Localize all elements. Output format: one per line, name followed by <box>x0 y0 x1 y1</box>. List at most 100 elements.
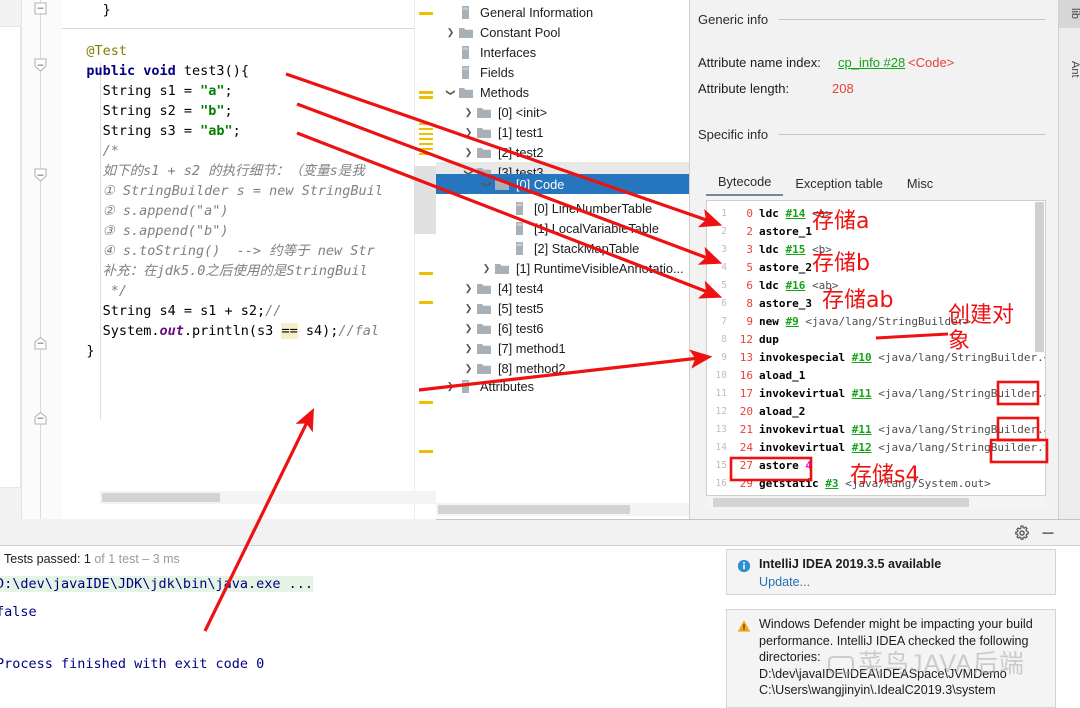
source-code-text[interactable]: } @Test public void test3(){String s1 = "a… <box>62 0 414 519</box>
tree-item[interactable]: ❯[0] LineNumberTable <box>436 198 689 218</box>
code-line[interactable]: 如下的s1 + s2 的执行细节：（变量s是我 <box>103 161 365 181</box>
bytecode-row[interactable]: 10 16 aload_1 <box>707 367 1045 385</box>
bytecode-row[interactable]: 6 8 astore_3 <box>707 295 1045 313</box>
code-line[interactable]: ① StringBuilder s = new StringBuil <box>103 181 383 201</box>
tab-exception-table[interactable]: Exception table <box>783 174 895 196</box>
bytecode-row[interactable]: 8 12 dup <box>707 331 1045 349</box>
editor-warning-marker[interactable] <box>419 138 433 140</box>
bytecode-row[interactable]: 15 27 astore 4 <box>707 457 1045 475</box>
tab-misc[interactable]: Misc <box>895 174 945 196</box>
code-line[interactable]: System.out.println(s3 == s4);//fal <box>103 321 379 341</box>
bytecode-row[interactable]: 9 13 invokespecial #10 <java/lang/StringBu… <box>707 349 1045 367</box>
bytecode-listing[interactable]: 1 0 ldc #14 <a> 2 2 astore_1 3 3 ldc #15 <b> 4 5 as… <box>706 200 1046 496</box>
chevron-right-icon[interactable]: ❯ <box>480 262 493 275</box>
tree-item[interactable]: ❯ [5] test5 <box>436 298 689 318</box>
editor-warning-marker[interactable] <box>419 128 433 130</box>
bytecode-row[interactable]: 12 20 aload_2 <box>707 403 1045 421</box>
notification-defender[interactable]: Windows Defender might be impacting your… <box>726 609 1056 708</box>
editor-warning-marker[interactable] <box>419 301 433 304</box>
editor-warning-marker[interactable] <box>419 133 433 135</box>
editor-gutter[interactable] <box>22 0 62 519</box>
chevron-right-icon[interactable]: ❯ <box>462 106 475 119</box>
bytecode-constant-pool-ref[interactable]: #9 <box>786 315 799 328</box>
edge-tab-lib[interactable]: lib <box>1059 0 1080 28</box>
code-line[interactable]: 补充：在jdk5.0之后使用的是StringBuil <box>103 261 368 281</box>
tree-item[interactable]: ❯[2] StackMapTable <box>436 238 689 258</box>
code-line[interactable]: String s4 = s1 + s2;// <box>103 301 282 321</box>
editor-warning-marker[interactable] <box>419 153 433 155</box>
bytecode-constant-pool-ref[interactable]: #3 <box>825 477 838 490</box>
editor-vertical-scrollbar-thumb[interactable] <box>414 166 436 234</box>
code-line[interactable]: String s1 = "a"; <box>103 81 233 101</box>
bytecode-row[interactable]: 7 9 new #9 <java/lang/StringBuilder> <box>707 313 1045 331</box>
chevron-right-icon[interactable]: ❯ <box>462 126 475 139</box>
chevron-down-icon[interactable]: ❯ <box>444 86 457 99</box>
tab-bytecode[interactable]: Bytecode <box>706 172 784 196</box>
code-line[interactable]: public void test3(){ <box>86 61 249 81</box>
chevron-right-icon[interactable]: ❯ <box>462 322 475 335</box>
bytecode-constant-pool-ref[interactable]: #15 <box>786 243 806 256</box>
editor-warning-marker[interactable] <box>419 143 433 145</box>
editor-hscroll-thumb[interactable] <box>102 493 220 502</box>
tree-item[interactable]: ❯ [1] test1 <box>436 122 689 142</box>
code-line[interactable]: String s3 = "ab"; <box>103 121 241 141</box>
code-line[interactable]: } <box>86 341 94 361</box>
minimize-icon[interactable] <box>1040 525 1056 541</box>
tree-item[interactable]: ❯ Attributes <box>436 376 689 396</box>
tree-item[interactable]: ❯ [0] <init> <box>436 102 689 122</box>
code-line[interactable]: ④ s.toString() --> 约等于 new Str <box>103 241 375 261</box>
editor-marker-strip[interactable] <box>414 0 436 519</box>
code-line[interactable]: ③ s.append("b") <box>103 221 229 241</box>
chevron-right-icon[interactable]: ❯ <box>462 362 475 375</box>
chevron-right-icon[interactable]: ❯ <box>462 282 475 295</box>
editor-warning-marker[interactable] <box>419 91 433 94</box>
bytecode-row[interactable]: 11 17 invokevirtual #11 <java/lang/StringB… <box>707 385 1045 403</box>
fold-marker-minus-top[interactable] <box>33 1 48 16</box>
bytecode-hscroll-thumb[interactable] <box>713 498 969 507</box>
tree-item[interactable]: ❯ [4] test4 <box>436 278 689 298</box>
notification-update[interactable]: IntelliJ IDEA 2019.3.5 available Update.… <box>726 549 1056 595</box>
code-line[interactable]: */ <box>103 281 127 301</box>
bytecode-constant-pool-ref[interactable]: #16 <box>786 279 806 292</box>
editor-warning-marker[interactable] <box>419 401 433 404</box>
fold-marker-end[interactable] <box>33 336 48 351</box>
editor-warning-marker[interactable] <box>419 123 433 125</box>
gear-icon[interactable] <box>1014 525 1030 541</box>
fold-marker-end[interactable] <box>33 411 48 426</box>
bytecode-row[interactable]: 5 6 ldc #16 <ab> <box>707 277 1045 295</box>
chevron-right-icon[interactable]: ❯ <box>462 146 475 159</box>
edge-tab-ant[interactable]: Ant <box>1059 52 1080 86</box>
tree-item[interactable]: ❯[1] LocalVariableTable <box>436 218 689 238</box>
tree-item[interactable]: ❯Fields <box>436 62 689 82</box>
editor-warning-marker[interactable] <box>419 148 433 150</box>
bytecode-row[interactable]: 13 21 invokevirtual #11 <java/lang/StringB… <box>707 421 1045 439</box>
bytecode-row[interactable]: 4 5 astore_2 <box>707 259 1045 277</box>
fold-marker-collapse[interactable] <box>33 168 48 183</box>
tree-item[interactable]: ❯ [2] test2 <box>436 142 689 162</box>
tree-item[interactable]: ❯Interfaces <box>436 42 689 62</box>
bytecode-row[interactable]: 16 29 getstatic #3 <java/lang/System.out> <box>707 475 1045 493</box>
tree-item[interactable]: ❯ [1] RuntimeVisibleAnnotatio... <box>436 258 689 278</box>
tree-item[interactable]: ❯ [0] Code <box>436 174 689 194</box>
code-editor-pane[interactable]: } @Test public void test3(){String s1 = "a… <box>0 0 436 519</box>
detail-tab-bar[interactable]: Bytecode Exception table Misc <box>706 172 1046 196</box>
bytecode-constant-pool-ref[interactable]: #14 <box>786 207 806 220</box>
bytecode-constant-pool-ref[interactable]: #11 <box>852 387 872 400</box>
chevron-right-icon[interactable]: ❯ <box>462 342 475 355</box>
tree-item[interactable]: ❯General Information <box>436 2 689 22</box>
tree-item[interactable]: ❯ Methods <box>436 82 689 102</box>
editor-warning-marker[interactable] <box>419 12 433 15</box>
bytecode-row[interactable]: 14 24 invokevirtual #12 <java/lang/StringB… <box>707 439 1045 457</box>
code-line[interactable]: /* <box>103 141 119 161</box>
tree-hscroll-thumb[interactable] <box>438 505 630 514</box>
tree-item[interactable]: ❯ [6] test6 <box>436 318 689 338</box>
chevron-right-icon[interactable]: ❯ <box>462 302 475 315</box>
attribute-name-index-link[interactable]: cp_info #28 <box>838 55 905 70</box>
bytecode-row[interactable]: 2 2 astore_1 <box>707 223 1045 241</box>
notification-update-link[interactable]: Update... <box>759 575 810 589</box>
tree-item[interactable]: ❯ Constant Pool <box>436 22 689 42</box>
bytecode-constant-pool-ref[interactable]: #12 <box>852 441 872 454</box>
editor-warning-marker[interactable] <box>419 272 433 275</box>
code-line[interactable]: ② s.append("a") <box>103 201 229 221</box>
right-tool-window-bar[interactable]: lib Ant <box>1058 0 1080 519</box>
